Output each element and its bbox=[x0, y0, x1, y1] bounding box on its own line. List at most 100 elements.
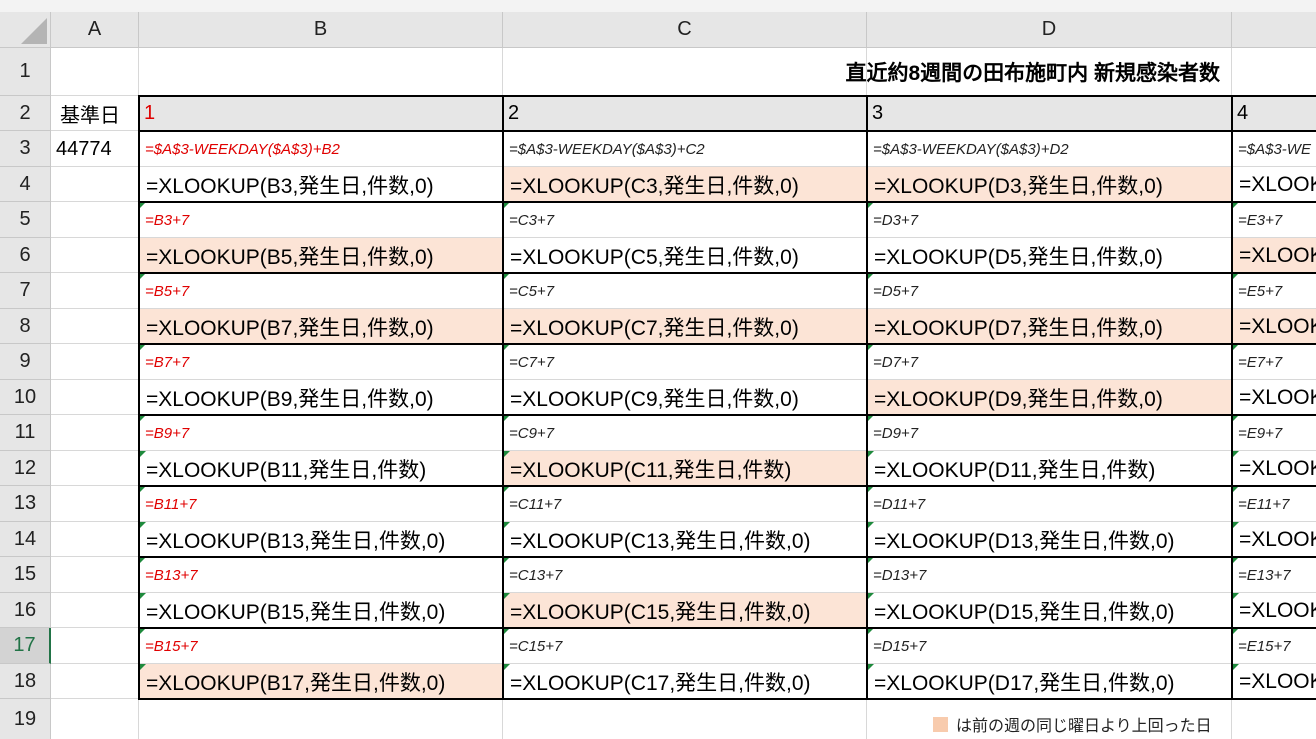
count-formula-cell[interactable]: =XLOOKUP(B3,発生日,件数,0) bbox=[139, 167, 503, 202]
date-formula-cell[interactable]: =D13+7 bbox=[867, 557, 1232, 593]
column-header-C[interactable]: C bbox=[503, 12, 867, 48]
count-formula-cell[interactable]: =XLOOKUP(C9,発生日,件数,0) bbox=[503, 380, 867, 415]
count-formula-cell[interactable]: =XLOOKUP(C15,発生日,件数,0) bbox=[503, 593, 867, 628]
grid-cell[interactable] bbox=[1232, 699, 1316, 739]
date-formula-cell[interactable]: =D11+7 bbox=[867, 486, 1232, 522]
count-formula-cell[interactable]: =XLOOKUP(B9,発生日,件数,0) bbox=[139, 380, 503, 415]
grid-cell[interactable] bbox=[51, 628, 139, 664]
grid-cell[interactable] bbox=[139, 699, 503, 739]
grid-cell[interactable] bbox=[51, 664, 139, 699]
date-formula-cell[interactable]: =D3+7 bbox=[867, 202, 1232, 238]
grid-cell[interactable] bbox=[1232, 48, 1316, 96]
count-formula-cell[interactable]: =XLOOK bbox=[1232, 167, 1316, 202]
grid-cell[interactable] bbox=[51, 451, 139, 486]
grid-cell[interactable] bbox=[51, 699, 139, 739]
count-formula-cell[interactable]: =XLOOK bbox=[1232, 664, 1316, 699]
row-header-9[interactable]: 9 bbox=[0, 344, 51, 380]
date-formula-cell[interactable]: =D5+7 bbox=[867, 273, 1232, 309]
grid-cell[interactable] bbox=[51, 415, 139, 451]
date-formula-cell[interactable]: =E13+7 bbox=[1232, 557, 1316, 593]
row-header-16[interactable]: 16 bbox=[0, 593, 51, 628]
date-formula-cell[interactable]: =$A$3-WEEKDAY($A$3)+D2 bbox=[867, 131, 1232, 167]
date-formula-cell[interactable]: =E3+7 bbox=[1232, 202, 1316, 238]
row-header-4[interactable]: 4 bbox=[0, 167, 51, 202]
count-formula-cell[interactable]: =XLOOKUP(D9,発生日,件数,0) bbox=[867, 380, 1232, 415]
grid-cell[interactable] bbox=[51, 344, 139, 380]
row-header-1[interactable]: 1 bbox=[0, 48, 51, 96]
grid-cell[interactable] bbox=[51, 380, 139, 415]
date-formula-cell[interactable]: =B11+7 bbox=[139, 486, 503, 522]
count-formula-cell[interactable]: =XLOOKUP(B7,発生日,件数,0) bbox=[139, 309, 503, 344]
date-formula-cell[interactable]: =B7+7 bbox=[139, 344, 503, 380]
row-header-11[interactable]: 11 bbox=[0, 415, 51, 451]
count-formula-cell[interactable]: =XLOOK bbox=[1232, 238, 1316, 273]
day-header-2[interactable]: 2 bbox=[503, 96, 867, 131]
date-formula-cell[interactable]: =$A$3-WEEKDAY($A$3)+B2 bbox=[139, 131, 503, 167]
date-formula-cell[interactable]: =D7+7 bbox=[867, 344, 1232, 380]
date-formula-cell[interactable]: =$A$3-WEEKDAY($A$3)+C2 bbox=[503, 131, 867, 167]
count-formula-cell[interactable]: =XLOOKUP(D3,発生日,件数,0) bbox=[867, 167, 1232, 202]
day-header-4[interactable]: 4 bbox=[1232, 96, 1316, 131]
date-formula-cell[interactable]: =$A$3-WE bbox=[1232, 131, 1316, 167]
date-formula-cell[interactable]: =C13+7 bbox=[503, 557, 867, 593]
row-header-18[interactable]: 18 bbox=[0, 664, 51, 699]
grid-cell[interactable] bbox=[51, 238, 139, 273]
date-formula-cell[interactable]: =C9+7 bbox=[503, 415, 867, 451]
count-formula-cell[interactable]: =XLOOKUP(B5,発生日,件数,0) bbox=[139, 238, 503, 273]
date-formula-cell[interactable]: =E5+7 bbox=[1232, 273, 1316, 309]
grid-cell[interactable] bbox=[51, 202, 139, 238]
row-header-6[interactable]: 6 bbox=[0, 238, 51, 273]
count-formula-cell[interactable]: =XLOOKUP(B13,発生日,件数,0) bbox=[139, 522, 503, 557]
count-formula-cell[interactable]: =XLOOKUP(C13,発生日,件数,0) bbox=[503, 522, 867, 557]
count-formula-cell[interactable]: =XLOOK bbox=[1232, 309, 1316, 344]
base-date-value[interactable]: 44774 bbox=[51, 131, 139, 167]
row-header-7[interactable]: 7 bbox=[0, 273, 51, 309]
day-header-3[interactable]: 3 bbox=[867, 96, 1232, 131]
date-formula-cell[interactable]: =B3+7 bbox=[139, 202, 503, 238]
date-formula-cell[interactable]: =B9+7 bbox=[139, 415, 503, 451]
grid-cell[interactable] bbox=[51, 522, 139, 557]
count-formula-cell[interactable]: =XLOOKUP(C7,発生日,件数,0) bbox=[503, 309, 867, 344]
date-formula-cell[interactable]: =E9+7 bbox=[1232, 415, 1316, 451]
date-formula-cell[interactable]: =E15+7 bbox=[1232, 628, 1316, 664]
date-formula-cell[interactable]: =D15+7 bbox=[867, 628, 1232, 664]
date-formula-cell[interactable]: =B15+7 bbox=[139, 628, 503, 664]
date-formula-cell[interactable]: =C7+7 bbox=[503, 344, 867, 380]
column-header-D[interactable]: D bbox=[867, 12, 1232, 48]
row-header-14[interactable]: 14 bbox=[0, 522, 51, 557]
grid-cell[interactable] bbox=[51, 557, 139, 593]
date-formula-cell[interactable]: =B13+7 bbox=[139, 557, 503, 593]
count-formula-cell[interactable]: =XLOOKUP(C17,発生日,件数,0) bbox=[503, 664, 867, 699]
count-formula-cell[interactable]: =XLOOK bbox=[1232, 522, 1316, 557]
grid-cell[interactable] bbox=[503, 699, 867, 739]
count-formula-cell[interactable]: =XLOOKUP(D11,発生日,件数) bbox=[867, 451, 1232, 486]
day-header-1[interactable]: 1 bbox=[139, 96, 503, 131]
count-formula-cell[interactable]: =XLOOK bbox=[1232, 380, 1316, 415]
date-formula-cell[interactable]: =C5+7 bbox=[503, 273, 867, 309]
count-formula-cell[interactable]: =XLOOKUP(B15,発生日,件数,0) bbox=[139, 593, 503, 628]
count-formula-cell[interactable]: =XLOOK bbox=[1232, 593, 1316, 628]
row-header-15[interactable]: 15 bbox=[0, 557, 51, 593]
count-formula-cell[interactable]: =XLOOKUP(D17,発生日,件数,0) bbox=[867, 664, 1232, 699]
count-formula-cell[interactable]: =XLOOKUP(C11,発生日,件数) bbox=[503, 451, 867, 486]
row-header-19[interactable]: 19 bbox=[0, 699, 51, 739]
row-header-8[interactable]: 8 bbox=[0, 309, 51, 344]
row-header-10[interactable]: 10 bbox=[0, 380, 51, 415]
select-all-corner[interactable] bbox=[0, 12, 51, 48]
column-header-A[interactable]: A bbox=[51, 12, 139, 48]
row-header-3[interactable]: 3 bbox=[0, 131, 51, 167]
grid-cell[interactable] bbox=[51, 273, 139, 309]
count-formula-cell[interactable]: =XLOOKUP(C3,発生日,件数,0) bbox=[503, 167, 867, 202]
date-formula-cell[interactable]: =C15+7 bbox=[503, 628, 867, 664]
date-formula-cell[interactable]: =B5+7 bbox=[139, 273, 503, 309]
column-header-B[interactable]: B bbox=[139, 12, 503, 48]
row-header-17[interactable]: 17 bbox=[0, 628, 51, 664]
count-formula-cell[interactable]: =XLOOKUP(D15,発生日,件数,0) bbox=[867, 593, 1232, 628]
row-header-2[interactable]: 2 bbox=[0, 96, 51, 131]
count-formula-cell[interactable]: =XLOOKUP(C5,発生日,件数,0) bbox=[503, 238, 867, 273]
grid-cell[interactable] bbox=[51, 167, 139, 202]
column-header-E[interactable] bbox=[1232, 12, 1316, 48]
count-formula-cell[interactable]: =XLOOK bbox=[1232, 451, 1316, 486]
date-formula-cell[interactable]: =E7+7 bbox=[1232, 344, 1316, 380]
row-header-13[interactable]: 13 bbox=[0, 486, 51, 522]
